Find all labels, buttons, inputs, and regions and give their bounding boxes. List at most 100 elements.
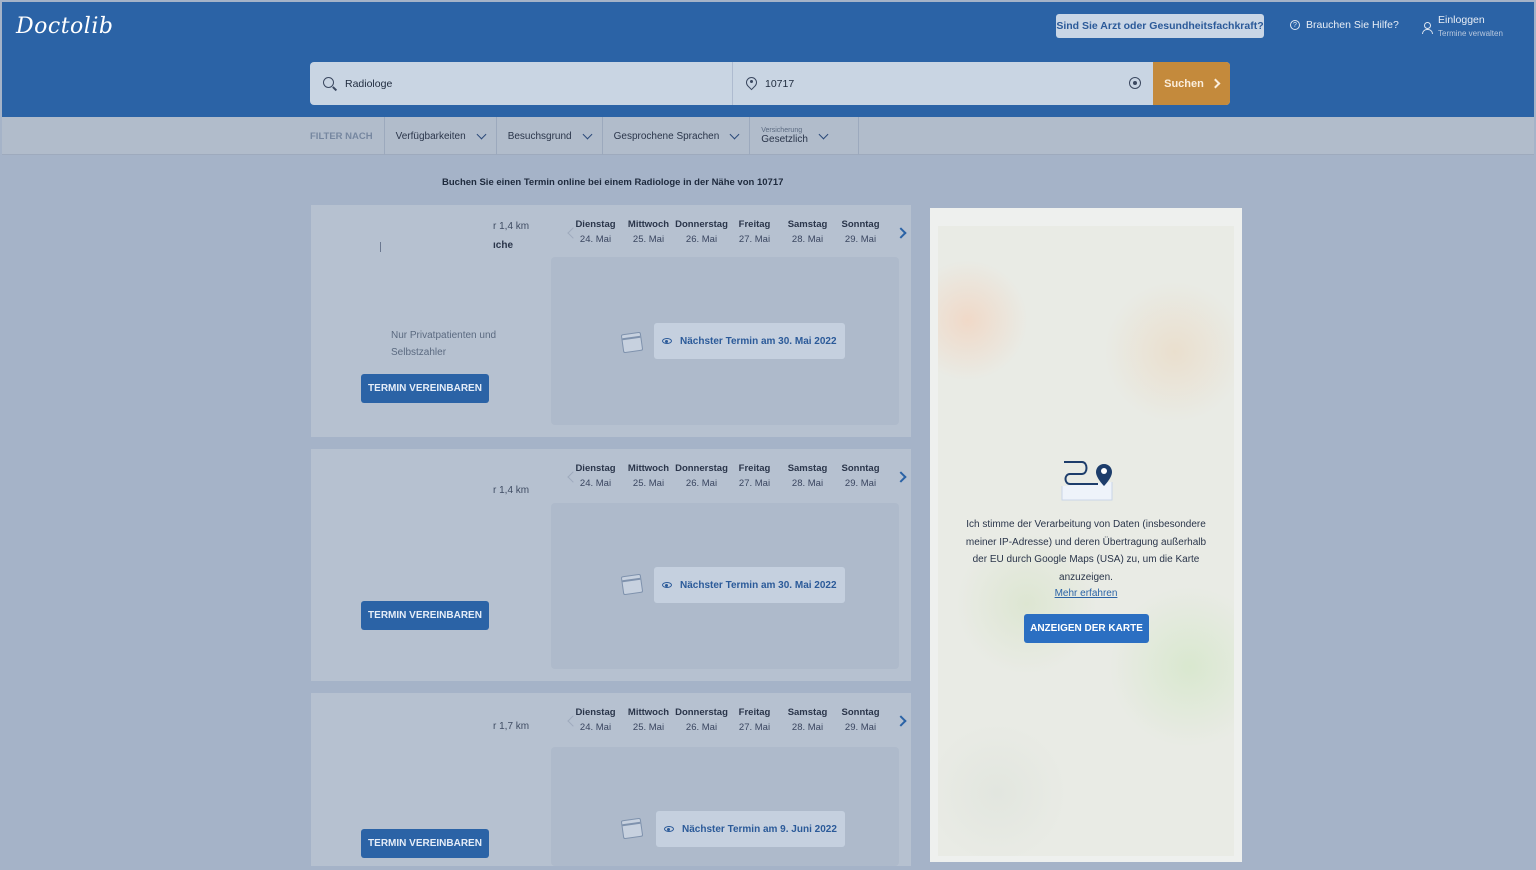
distance-label: r 1,4 km — [493, 485, 530, 496]
day-date: 29. Mai — [844, 722, 877, 733]
login-title: Einloggen — [1438, 14, 1485, 26]
day-col: Donnerstag 26. Mai — [675, 463, 728, 489]
day-name: Samstag — [787, 707, 828, 718]
doctolib-logo[interactable]: Doctolib — [16, 14, 113, 39]
search-bar: Radiologe 10717 Suchen — [310, 62, 1230, 105]
day-name: Sonntag — [841, 707, 880, 718]
calendar-icon — [620, 817, 644, 840]
day-name: Freitag — [738, 219, 771, 230]
day-col: Dienstag 24. Mai — [569, 219, 622, 245]
book-appointment-button[interactable]: TERMIN VEREINBAREN — [361, 829, 489, 858]
location-pin-icon — [746, 77, 757, 91]
search-icon — [323, 76, 337, 91]
login-subtitle: Termine verwalten — [1438, 29, 1503, 38]
day-date: 25. Mai — [632, 234, 665, 245]
day-name: Freitag — [738, 463, 771, 474]
eye-icon — [662, 582, 672, 588]
filter-languages-label: Gesprochene Sprachen — [613, 130, 720, 142]
day-name: Dienstag — [575, 219, 616, 230]
day-name: Mittwoch — [627, 463, 670, 474]
map-panel: Ich stimme der Verarbeitung von Daten (i… — [930, 208, 1242, 862]
location-value: 10717 — [765, 77, 795, 90]
day-header: Dienstag 24. Mai Mittwoch 25. Mai Donnerst… — [569, 463, 887, 489]
map-route-icon — [1061, 461, 1113, 501]
day-name: Mittwoch — [627, 707, 670, 718]
insurance-value: Gesetzlich — [761, 134, 808, 145]
day-date: 29. Mai — [844, 478, 877, 489]
chevron-down-icon — [582, 129, 593, 139]
day-col: Samstag 28. Mai — [781, 219, 834, 245]
next-appointment-label: Nächster Termin am 30. Mai 2022 — [680, 579, 837, 591]
day-date: 24. Mai — [579, 234, 612, 245]
filter-reason[interactable]: Besuchsgrund — [497, 117, 603, 155]
user-icon — [1422, 22, 1433, 34]
day-col: Freitag 27. Mai — [728, 707, 781, 733]
day-name: Sonntag — [841, 463, 880, 474]
next-appointment-button[interactable]: Nächster Termin am 30. Mai 2022 — [654, 567, 845, 603]
slots-area: Nächster Termin am 9. Juni 2022 — [551, 747, 899, 866]
day-col: Sonntag 29. Mai — [834, 707, 887, 733]
day-col: Mittwoch 25. Mai — [622, 463, 675, 489]
next-week-icon[interactable] — [895, 227, 907, 239]
day-header: Dienstag 24. Mai Mittwoch 25. Mai Donnerst… — [569, 707, 887, 733]
page: Doctolib Sind Sie Arzt oder Gesundheitsf… — [2, 2, 1534, 866]
result-card: r 1,7 km TERMIN VEREINBAREN Dienstag 24. … — [311, 693, 911, 866]
book-appointment-button[interactable]: TERMIN VEREINBAREN — [361, 374, 489, 403]
day-header: Dienstag 24. Mai Mittwoch 25. Mai Donnerst… — [569, 219, 887, 245]
calendar-icon — [620, 331, 644, 354]
chevron-down-icon — [729, 129, 740, 139]
chevron-down-icon — [818, 129, 829, 139]
book-appointment-button[interactable]: TERMIN VEREINBAREN — [361, 601, 489, 630]
day-col: Mittwoch 25. Mai — [622, 219, 675, 245]
next-appointment-label: Nächster Termin am 30. Mai 2022 — [680, 335, 837, 347]
specialty-search-input[interactable]: Radiologe — [310, 62, 733, 105]
day-name: Donnerstag — [675, 219, 728, 230]
results-headline: Buchen Sie einen Termin online bei einem… — [442, 177, 784, 188]
day-name: Samstag — [787, 463, 828, 474]
learn-more-link[interactable]: Mehr erfahren — [930, 588, 1242, 599]
map-consent-text: Ich stimme der Verarbeitung von Daten (i… — [965, 519, 1207, 583]
eye-icon — [664, 826, 674, 832]
day-date: 29. Mai — [844, 234, 877, 245]
show-map-button[interactable]: ANZEIGEN DER KARTE — [1024, 614, 1149, 643]
filter-availability-label: Verfügbarkeiten — [395, 130, 466, 142]
location-input[interactable]: 10717 — [733, 62, 1153, 105]
search-button[interactable]: Suchen — [1153, 62, 1230, 105]
next-week-icon[interactable] — [895, 715, 907, 727]
result-card: r 1,4 km TERMIN VEREINBAREN Dienstag 24. … — [311, 449, 911, 681]
filter-reason-label: Besuchsgrund — [507, 130, 572, 142]
day-date: 26. Mai — [685, 234, 718, 245]
insurance-label: Versicherung — [761, 127, 803, 134]
next-appointment-button[interactable]: Nächster Termin am 9. Juni 2022 — [656, 811, 845, 847]
day-name: Samstag — [787, 219, 828, 230]
slots-area: Nächster Termin am 30. Mai 2022 — [551, 503, 899, 669]
filter-availability[interactable]: Verfügbarkeiten — [385, 117, 497, 155]
help-label: Brauchen Sie Hilfe? — [1306, 19, 1399, 31]
distance-label: r 1,7 km — [493, 721, 530, 732]
day-name: Donnerstag — [675, 463, 728, 474]
next-week-icon[interactable] — [895, 471, 907, 483]
day-col: Freitag 27. Mai — [728, 463, 781, 489]
chevron-right-icon — [1210, 78, 1221, 89]
help-icon: ? — [1290, 20, 1300, 30]
day-col: Dienstag 24. Mai — [569, 707, 622, 733]
day-name: Mittwoch — [627, 219, 670, 230]
day-name: Dienstag — [575, 463, 616, 474]
help-link[interactable]: ? Brauchen Sie Hilfe? — [1290, 19, 1399, 31]
day-date: 27. Mai — [738, 478, 771, 489]
day-col: Mittwoch 25. Mai — [622, 707, 675, 733]
day-col: Dienstag 24. Mai — [569, 463, 622, 489]
next-appointment-button[interactable]: Nächster Termin am 30. Mai 2022 — [654, 323, 845, 359]
day-date: 26. Mai — [685, 722, 718, 733]
geolocate-icon[interactable] — [1129, 77, 1141, 89]
filter-label: FILTER NACH — [310, 117, 385, 155]
login-link[interactable]: Einloggen Termine verwalten — [1422, 14, 1503, 38]
day-col: Sonntag 29. Mai — [834, 463, 887, 489]
filter-insurance[interactable]: Versicherung Gesetzlich — [750, 117, 859, 155]
pro-button[interactable]: Sind Sie Arzt oder Gesundheitsfachkraft? — [1056, 14, 1264, 38]
text-cursor — [380, 242, 381, 252]
result-card: r 1,4 km ıche Nur Privatpatienten und Se… — [311, 205, 911, 437]
filter-languages[interactable]: Gesprochene Sprachen — [603, 117, 751, 155]
day-col: Freitag 27. Mai — [728, 219, 781, 245]
day-date: 28. Mai — [791, 722, 824, 733]
